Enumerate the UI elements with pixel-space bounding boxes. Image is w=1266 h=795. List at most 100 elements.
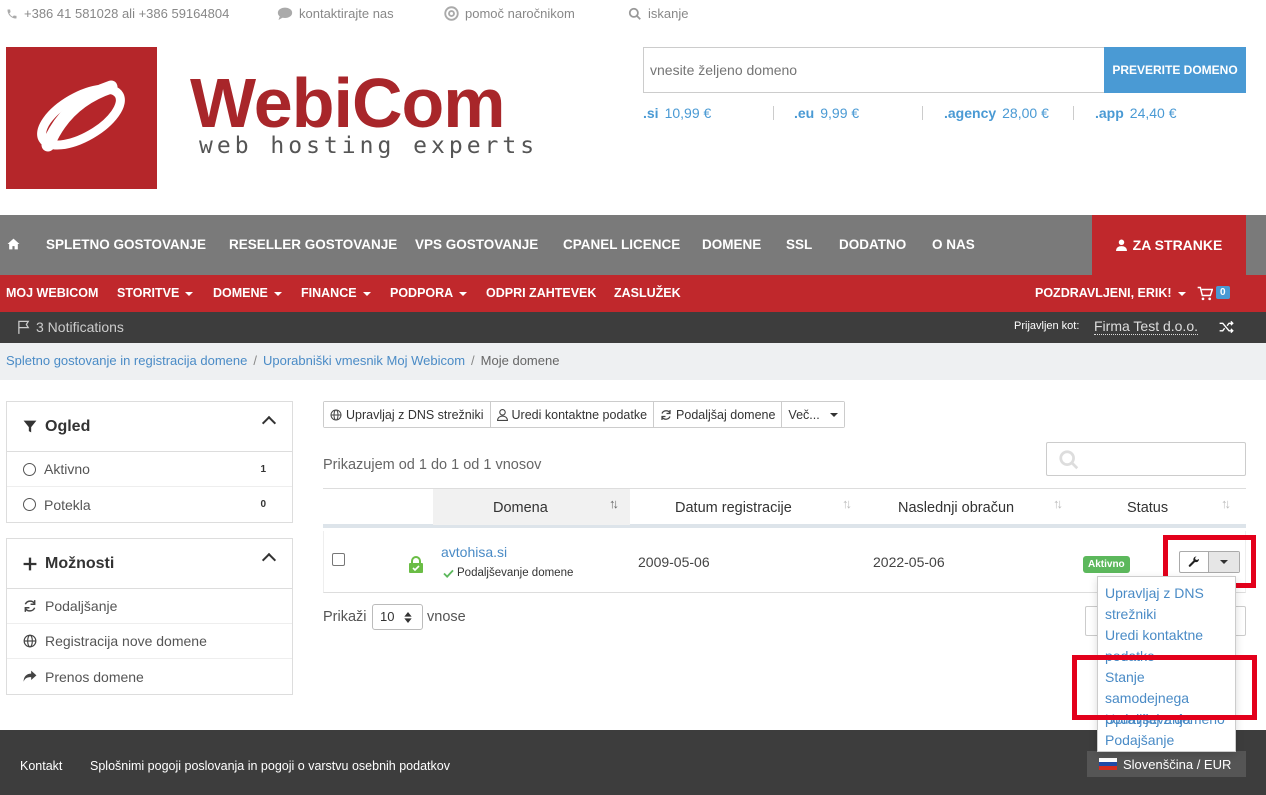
lifebuoy-icon bbox=[444, 6, 459, 21]
radio-icon bbox=[23, 498, 36, 511]
col-domain[interactable]: Domena bbox=[493, 500, 548, 516]
subnav-services[interactable]: STORITVE bbox=[117, 286, 194, 300]
footer-terms-link[interactable]: Splošnimi pogoji poslovanja in pogoji o … bbox=[90, 759, 450, 773]
top-bar: +386 41 581028 ali +386 59164804 kontakt… bbox=[0, 0, 1266, 30]
shuffle-icon[interactable] bbox=[1219, 320, 1234, 334]
nav-vps-hosting[interactable]: VPS GOSTOVANJE bbox=[415, 237, 538, 252]
tld-divider bbox=[1073, 106, 1074, 120]
length-label: Prikaži bbox=[323, 609, 367, 625]
filter-icon bbox=[23, 420, 37, 433]
info-bar: 3 Notifications Prijavljen kot: Firma Te… bbox=[0, 312, 1266, 343]
language-selector[interactable]: Slovenščina / EUR bbox=[1087, 751, 1246, 777]
nav-additional[interactable]: DODATNO bbox=[839, 237, 906, 252]
option-register-domain[interactable]: Registracija nove domene bbox=[7, 624, 292, 659]
search-link[interactable]: iskanje bbox=[628, 6, 688, 21]
nav-reseller-hosting[interactable]: RESELLER GOSTOVANJE bbox=[229, 237, 397, 252]
nav-web-hosting[interactable]: SPLETNO GOSTOVANJE bbox=[46, 237, 206, 252]
row-checkbox[interactable] bbox=[332, 553, 345, 566]
tld-price-eu[interactable]: .eu 9,99 € bbox=[794, 105, 859, 121]
sort-icon[interactable]: ↑↓ bbox=[1221, 496, 1231, 511]
tld-price-app[interactable]: .app 24,40 € bbox=[1095, 105, 1177, 121]
main-nav: SPLETNO GOSTOVANJE RESELLER GOSTOVANJE V… bbox=[0, 215, 1266, 275]
breadcrumb-client-area[interactable]: Uporabniški vmesnik Moj Webicom bbox=[263, 353, 465, 368]
page-length-select[interactable]: 10 bbox=[372, 604, 423, 630]
slovenia-flag-icon bbox=[1099, 758, 1117, 770]
more-actions-button[interactable]: Več... bbox=[782, 402, 844, 427]
logo-mark[interactable] bbox=[6, 47, 157, 189]
view-panel-header[interactable]: Ogled bbox=[7, 402, 292, 452]
nav-ssl[interactable]: SSL bbox=[786, 237, 812, 252]
options-panel-header[interactable]: Možnosti bbox=[7, 539, 292, 589]
search-icon bbox=[1059, 450, 1079, 470]
menu-manage-dns[interactable]: Upravljaj z DNS strežniki bbox=[1105, 583, 1231, 625]
subnav-domains[interactable]: DOMENE bbox=[213, 286, 282, 300]
tld-divider bbox=[773, 106, 774, 120]
lock-icon bbox=[409, 556, 423, 573]
col-registered[interactable]: Datum registracije bbox=[675, 500, 792, 516]
nav-about[interactable]: O NAS bbox=[932, 237, 975, 252]
table-header: Domena ↑↓ Datum registracije ↑↓ Naslednj… bbox=[323, 488, 1246, 528]
option-transfer-domain[interactable]: Prenos domene bbox=[7, 659, 292, 694]
subnav-finance[interactable]: FINANCE bbox=[301, 286, 371, 300]
logo-tagline: web hosting experts bbox=[199, 133, 539, 159]
user-icon bbox=[1115, 239, 1127, 251]
nav-domains[interactable]: DOMENE bbox=[702, 237, 761, 252]
support-link[interactable]: pomoč naročnikom bbox=[444, 6, 575, 21]
filter-expired[interactable]: Potekla 0 bbox=[7, 487, 292, 522]
plus-icon bbox=[23, 557, 37, 570]
breadcrumb-home[interactable]: Spletno gostovanje in registracija domen… bbox=[6, 353, 247, 368]
footer-contact-link[interactable]: Kontakt bbox=[20, 759, 62, 773]
domain-link[interactable]: avtohisa.si bbox=[441, 544, 507, 560]
company-name[interactable]: Firma Test d.o.o. bbox=[1094, 318, 1199, 335]
chevron-down-icon bbox=[273, 291, 282, 296]
globe-icon bbox=[330, 409, 342, 420]
cart-count-badge[interactable]: 0 bbox=[1216, 286, 1230, 299]
subnav-my-webicom[interactable]: MOJ WEBICOM bbox=[6, 286, 98, 300]
domain-search-input[interactable] bbox=[643, 47, 1105, 93]
tld-price-agency[interactable]: .agency 28,00 € bbox=[944, 105, 1049, 121]
sort-icon[interactable]: ↑↓ bbox=[609, 496, 619, 511]
chat-icon bbox=[277, 7, 293, 20]
manage-dns-button[interactable]: Upravljaj z DNS strežniki bbox=[324, 402, 491, 427]
menu-renewal[interactable]: Podajšanje bbox=[1105, 730, 1231, 751]
planet-logo-icon bbox=[37, 80, 125, 152]
renew-domains-button[interactable]: Podaljšaj domene bbox=[654, 402, 783, 427]
check-domain-button[interactable]: PREVERITE DOMENO bbox=[1104, 47, 1246, 93]
phone-info: +386 41 581028 ali +386 59164804 bbox=[6, 6, 229, 21]
stepper-icon bbox=[404, 612, 412, 623]
notifications-toggle[interactable]: 3 Notifications bbox=[17, 319, 124, 335]
subnav-earnings[interactable]: ZASLUŽEK bbox=[614, 286, 681, 300]
chevron-up-icon[interactable] bbox=[261, 415, 277, 431]
option-renewal[interactable]: Podaljšanje bbox=[7, 589, 292, 624]
col-status[interactable]: Status bbox=[1127, 500, 1168, 516]
client-area-button[interactable]: ZA STRANKE bbox=[1092, 215, 1246, 275]
cart-icon[interactable] bbox=[1197, 286, 1213, 301]
globe-icon bbox=[23, 634, 37, 648]
chevron-down-icon bbox=[185, 291, 194, 296]
refresh-icon bbox=[24, 600, 36, 612]
breadcrumb-current: Moje domene bbox=[480, 353, 560, 368]
contact-link[interactable]: kontaktirajte nas bbox=[277, 6, 394, 21]
subnav-support[interactable]: PODPORA bbox=[390, 286, 468, 300]
chevron-down-icon bbox=[1177, 291, 1186, 296]
home-icon[interactable] bbox=[7, 238, 20, 250]
subnav-greeting[interactable]: POZDRAVLJENI, ERIK! bbox=[1035, 286, 1186, 300]
edit-contact-button[interactable]: Uredi kontaktne podatke bbox=[490, 402, 655, 427]
share-arrow-icon bbox=[23, 670, 37, 682]
registration-date: 2009-05-06 bbox=[638, 554, 710, 570]
filter-active[interactable]: Aktivno 1 bbox=[7, 452, 292, 487]
sort-icon[interactable]: ↑↓ bbox=[1053, 496, 1063, 511]
col-next-billing[interactable]: Naslednji obračun bbox=[898, 500, 1014, 516]
table-search-input[interactable] bbox=[1046, 442, 1246, 476]
logo-wordmark[interactable]: WebiCom bbox=[190, 68, 505, 138]
tld-price-si[interactable]: .si 10,99 € bbox=[643, 105, 711, 121]
footer: Kontakt Splošnimi pogoji poslovanja in p… bbox=[0, 730, 1266, 795]
chevron-up-icon[interactable] bbox=[261, 552, 277, 568]
auto-renew-status: Podaljševanje domene bbox=[443, 567, 573, 579]
length-suffix: vnose bbox=[427, 609, 466, 625]
subnav-open-ticket[interactable]: ODPRI ZAHTEVEK bbox=[486, 286, 596, 300]
sort-icon[interactable]: ↑↓ bbox=[842, 496, 852, 511]
view-filter-panel: Ogled Aktivno 1 Potekla 0 bbox=[6, 401, 293, 523]
nav-cpanel-licence[interactable]: CPANEL LICENCE bbox=[563, 237, 680, 252]
client-nav: MOJ WEBICOM STORITVE DOMENE FINANCE PODP… bbox=[0, 275, 1266, 312]
